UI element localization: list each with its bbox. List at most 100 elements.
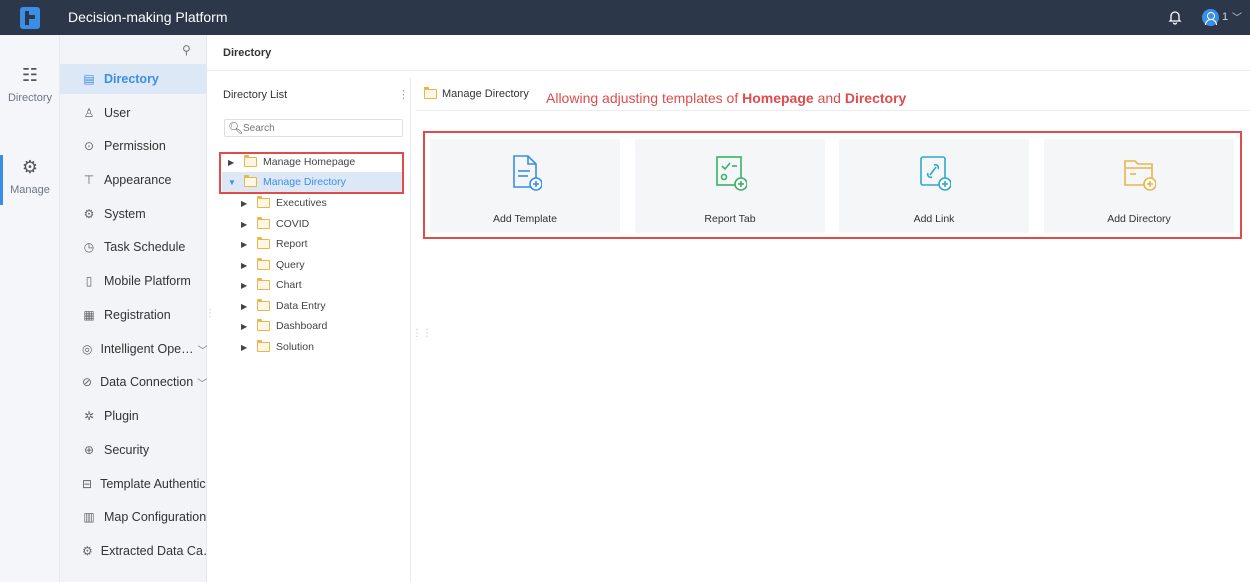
pin-icon[interactable]: ⚲ [182, 43, 191, 57]
folder-icon [257, 321, 270, 331]
menu-item-user[interactable]: ♙ User [60, 98, 207, 128]
menu-item-label: Appearance [104, 173, 171, 187]
appearance-icon: ⊤ [82, 173, 96, 187]
folder-icon [257, 219, 270, 229]
caret-right-icon[interactable]: ▶ [241, 281, 251, 290]
tree-item-label: Report [276, 238, 308, 250]
directory-list-title: Directory List [223, 89, 287, 101]
menu-item-label: Security [104, 443, 149, 457]
more-options-icon[interactable]: ⋮ [398, 88, 409, 101]
plugin-icon: ✲ [82, 409, 96, 423]
folder-icon [257, 239, 270, 249]
content-header: Directory [207, 35, 1250, 71]
annotation-text: Allowing adjusting templates of Homepage… [546, 90, 906, 106]
menu-item-registration[interactable]: ▦ Registration [60, 300, 207, 330]
folder-icon [257, 260, 270, 270]
rail-item-label: Manage [10, 184, 50, 196]
security-icon: ⊕ [82, 443, 96, 457]
menu-item-label: Data Connection [100, 375, 193, 389]
folder-icon [257, 280, 270, 290]
breadcrumb: Manage Directory [424, 88, 529, 100]
menu-item-mobile-platform[interactable]: ▯ Mobile Platform [60, 266, 207, 296]
page-title: Directory [223, 47, 271, 59]
intelligent-icon: ◎ [82, 342, 92, 356]
side-rail: ☷ Directory ⚙ Manage [0, 35, 60, 582]
divider [416, 110, 1250, 111]
tree-item-covid[interactable]: ▶ COVID [241, 214, 309, 234]
menu-item-data-connection[interactable]: ⊘Data Connection﹀ [60, 367, 207, 397]
top-bar: Decision-making Platform 1 ﹀ [0, 0, 1250, 35]
map-icon: ▥ [82, 510, 96, 524]
caret-right-icon[interactable]: ▶ [241, 199, 251, 208]
menu-item-security[interactable]: ⊕ Security [60, 435, 207, 465]
user-icon: ♙ [82, 106, 96, 120]
annotation-directory: Directory [845, 90, 906, 106]
folder-icon [424, 89, 437, 99]
menu-item-plugin[interactable]: ✲Plugin [60, 401, 207, 431]
highlight-box-cards [423, 131, 1242, 239]
management-menu: ⚲ ▤ Directory ♙ User ⊙Permission ⊤ Appearan… [60, 35, 207, 582]
rail-item-manage[interactable]: ⚙ Manage [0, 157, 60, 196]
tree-item-label: Query [276, 259, 305, 271]
tree-item-query[interactable]: ▶ Query [241, 255, 305, 275]
tree-item-dashboard[interactable]: ▶ Dashboard [241, 316, 327, 336]
menu-item-template-authentication[interactable]: ⊟Template Authentic… [60, 469, 207, 499]
annotation-homepage: Homepage [742, 90, 814, 106]
chevron-down-icon: ﹀ [198, 342, 207, 357]
tree-item-executives[interactable]: ▶ Executives [241, 193, 327, 213]
search-box[interactable]: 🔍︎ [224, 119, 403, 137]
menu-item-label: Mobile Platform [104, 274, 191, 288]
menu-item-label: Extracted Data Ca… [101, 544, 207, 558]
menu-item-label: Task Schedule [104, 240, 185, 254]
bell-icon[interactable] [1168, 9, 1182, 25]
directory-icon: ▤ [82, 72, 96, 86]
menu-item-system[interactable]: ⚙System [60, 199, 207, 229]
tree-item-chart[interactable]: ▶ Chart [241, 275, 302, 295]
menu-item-label: System [104, 207, 146, 221]
tree-item-report[interactable]: ▶ Report [241, 234, 308, 254]
caret-right-icon[interactable]: ▶ [241, 261, 251, 270]
list-icon: ☷ [0, 65, 60, 86]
menu-item-map-configuration[interactable]: ▥Map Configuration [60, 502, 207, 532]
menu-item-label: User [104, 106, 130, 120]
gear-icon: ⚙ [0, 157, 60, 178]
menu-item-label: Registration [104, 308, 171, 322]
chevron-down-icon[interactable]: ﹀ [1232, 9, 1242, 24]
menu-item-extracted-data-cache[interactable]: ⚙Extracted Data Ca… [60, 536, 207, 566]
clock-icon: ◷ [82, 240, 96, 254]
caret-right-icon[interactable]: ▶ [241, 302, 251, 311]
menu-item-intelligent-ops[interactable]: ◎Intelligent Ope…﹀ [60, 334, 207, 364]
folder-icon [257, 342, 270, 352]
menu-item-appearance[interactable]: ⊤ Appearance [60, 165, 207, 195]
menu-item-directory[interactable]: ▤ Directory [60, 64, 207, 94]
menu-item-permission[interactable]: ⊙Permission [60, 131, 207, 161]
registration-icon: ▦ [82, 308, 96, 322]
menu-item-label: Permission [104, 139, 166, 153]
breadcrumb-label: Manage Directory [442, 88, 529, 100]
resize-handle[interactable]: ⋮⋮ [412, 328, 432, 339]
search-icon: 🔍︎ [228, 121, 243, 135]
tree-item-label: Chart [276, 279, 302, 291]
rail-item-directory[interactable]: ☷ Directory [0, 65, 60, 104]
caret-right-icon[interactable]: ▶ [241, 343, 251, 352]
mobile-icon: ▯ [82, 274, 96, 288]
rail-item-label: Directory [8, 92, 52, 104]
caret-right-icon[interactable]: ▶ [241, 240, 251, 249]
tree-item-label: Dashboard [276, 320, 327, 332]
tree-item-label: COVID [276, 218, 309, 230]
app-title: Decision-making Platform [68, 0, 228, 35]
user-count: 1 [1222, 11, 1228, 23]
menu-item-task-schedule[interactable]: ◷ Task Schedule [60, 232, 207, 262]
template-icon: ⊟ [82, 477, 92, 491]
tree-item-label: Executives [276, 197, 327, 209]
link-icon: ⊘ [82, 375, 92, 389]
tree-item-label: Data Entry [276, 300, 326, 312]
tree-item-solution[interactable]: ▶Solution [241, 337, 314, 357]
caret-right-icon[interactable]: ▶ [241, 220, 251, 229]
tree-item-data-entry[interactable]: ▶ Data Entry [241, 296, 326, 316]
user-avatar-icon[interactable] [1202, 9, 1219, 26]
caret-right-icon[interactable]: ▶ [241, 322, 251, 331]
search-input[interactable] [243, 121, 393, 135]
menu-item-label: Directory [104, 72, 159, 86]
folder-icon [257, 198, 270, 208]
